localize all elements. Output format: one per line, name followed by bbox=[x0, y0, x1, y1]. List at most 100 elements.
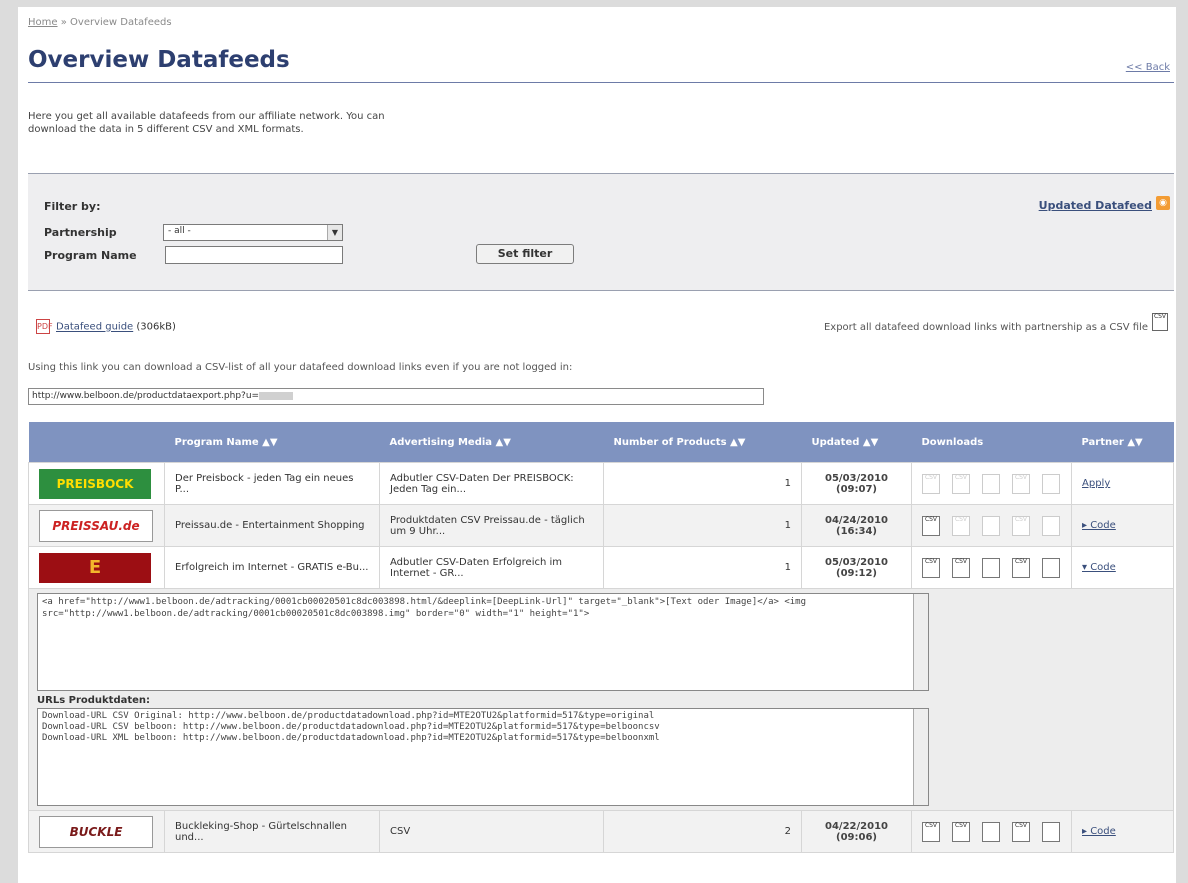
downloads-cell: CSV CSV CSV bbox=[911, 810, 1072, 853]
header-partner[interactable]: Partner ▲▼ bbox=[1071, 422, 1174, 463]
breadcrumb: Home » Overview Datafeeds bbox=[28, 17, 172, 28]
set-filter-button[interactable]: Set filter bbox=[476, 244, 574, 264]
partnership-select[interactable]: - all - ▼ bbox=[163, 224, 343, 241]
export-note: Using this link you can download a CSV-l… bbox=[28, 362, 573, 373]
title-divider bbox=[28, 82, 1174, 83]
header-downloads: Downloads bbox=[911, 422, 1072, 463]
back-link[interactable]: << Back bbox=[1126, 62, 1170, 73]
csv-icon[interactable]: CSV bbox=[952, 821, 970, 842]
csv-icon[interactable]: CSV bbox=[1012, 557, 1030, 578]
updated-cell: 04/24/2010 (16:34) bbox=[801, 504, 912, 547]
csv-icon[interactable]: CSV bbox=[1012, 821, 1030, 842]
downloads-cell: CSV CSV CSV bbox=[911, 462, 1072, 505]
header-media[interactable]: Advertising Media ▲▼ bbox=[379, 422, 604, 463]
xml-icon[interactable] bbox=[982, 557, 1000, 578]
updated-datafeed-link[interactable]: Updated Datafeed bbox=[1039, 199, 1152, 212]
table-header-row: Program Name ▲▼ Advertising Media ▲▼ Num… bbox=[28, 422, 1174, 463]
updated-time: (09:07) bbox=[836, 483, 877, 495]
csv-icon: CSV bbox=[952, 515, 970, 536]
table-row: PREISBOCK Der Preisbock - jeden Tag ein … bbox=[28, 462, 1174, 505]
product-urls-textarea[interactable]: Download-URL CSV Original: http://www.be… bbox=[37, 708, 929, 806]
xml-icon bbox=[982, 473, 1000, 494]
downloads-cell: CSV CSV CSV bbox=[911, 504, 1072, 547]
table-row: PREISSAU.de Preissau.de - Entertainment … bbox=[28, 504, 1174, 547]
program-logo: BUCKLE bbox=[39, 815, 153, 848]
program-cell: Erfolgreich im Internet - GRATIS e-Bu... bbox=[164, 546, 380, 589]
csv-icon: CSV bbox=[1012, 515, 1030, 536]
program-cell: Der Preisbock - jeden Tag ein neues P... bbox=[164, 462, 380, 505]
code-link[interactable]: ▸ Code bbox=[1082, 826, 1116, 837]
export-url-field[interactable]: http://www.belboon.de/productdataexport.… bbox=[28, 388, 764, 405]
program-logo: E bbox=[39, 552, 151, 583]
table-row: BUCKLE Buckleking-Shop - Gürtelschnallen… bbox=[28, 810, 1174, 853]
datafeed-guide: PDF Datafeed guide (306kB) bbox=[36, 319, 176, 334]
partner-cell: ▾ Code bbox=[1071, 546, 1174, 589]
products-cell: 2 bbox=[603, 810, 802, 853]
media-cell: Produktdaten CSV Preissau.de - täglich u… bbox=[379, 504, 604, 547]
csv-icon: CSV bbox=[952, 473, 970, 494]
code-link[interactable]: ▾ Code bbox=[1082, 562, 1116, 573]
guide-size: (306kB) bbox=[136, 321, 176, 333]
media-cell: CSV bbox=[379, 810, 604, 853]
code-link[interactable]: ▸ Code bbox=[1082, 520, 1116, 531]
csv-export-icon[interactable]: CSV bbox=[1152, 313, 1168, 331]
logo-cell: PREISSAU.de bbox=[28, 504, 165, 547]
scrollbar[interactable] bbox=[913, 709, 928, 805]
rss-icon[interactable]: ◉ bbox=[1156, 196, 1170, 210]
product-urls-text: Download-URL CSV Original: http://www.be… bbox=[42, 711, 660, 743]
pdf-icon: PDF bbox=[36, 319, 53, 334]
logo-cell: E bbox=[28, 546, 165, 589]
media-cell: Adbutler CSV-Daten Erfolgreich im Intern… bbox=[379, 546, 604, 589]
partnership-value: - all - bbox=[168, 226, 191, 236]
updated-cell: 05/03/2010 (09:07) bbox=[801, 462, 912, 505]
csv-icon: CSV bbox=[1012, 473, 1030, 494]
products-cell: 1 bbox=[603, 504, 802, 547]
updated-cell: 05/03/2010 (09:12) bbox=[801, 546, 912, 589]
products-cell: 1 bbox=[603, 462, 802, 505]
logo-cell: BUCKLE bbox=[28, 810, 165, 853]
scrollbar[interactable] bbox=[913, 594, 928, 690]
export-url-value: http://www.belboon.de/productdataexport.… bbox=[32, 391, 260, 401]
updated-time: (09:06) bbox=[836, 831, 877, 843]
xml-icon[interactable] bbox=[1042, 821, 1060, 842]
filter-heading: Filter by: bbox=[44, 200, 101, 213]
media-cell: Adbutler CSV-Daten Der PREISBOCK: Jeden … bbox=[379, 462, 604, 505]
page-container: Home » Overview Datafeeds Overview Dataf… bbox=[18, 7, 1176, 883]
header-program[interactable]: Program Name ▲▼ bbox=[164, 422, 380, 463]
page-title: Overview Datafeeds bbox=[28, 47, 290, 73]
xml-icon bbox=[982, 515, 1000, 536]
filter-panel: Filter by: Partnership - all - ▼ Program… bbox=[28, 173, 1174, 291]
updated-date: 04/24/2010 bbox=[825, 514, 888, 526]
tracking-code-text: <a href="http://www1.belboon.de/adtracki… bbox=[42, 597, 807, 619]
updated-time: (09:12) bbox=[836, 567, 877, 579]
urls-heading: URLs Produktdaten: bbox=[37, 695, 151, 706]
updated-date: 05/03/2010 bbox=[825, 556, 888, 568]
tracking-code-textarea[interactable]: <a href="http://www1.belboon.de/adtracki… bbox=[37, 593, 929, 691]
updated-cell: 04/22/2010 (09:06) bbox=[801, 810, 912, 853]
downloads-cell: CSV CSV CSV bbox=[911, 546, 1072, 589]
csv-icon[interactable]: CSV bbox=[922, 557, 940, 578]
xml-icon[interactable] bbox=[1042, 557, 1060, 578]
program-name-input[interactable] bbox=[165, 246, 343, 264]
xml-icon[interactable] bbox=[982, 821, 1000, 842]
partner-cell: ▸ Code bbox=[1071, 810, 1174, 853]
header-products[interactable]: Number of Products ▲▼ bbox=[603, 422, 802, 463]
updated-date: 05/03/2010 bbox=[825, 472, 888, 484]
csv-icon: CSV bbox=[922, 473, 940, 494]
header-updated[interactable]: Updated ▲▼ bbox=[801, 422, 912, 463]
breadcrumb-home[interactable]: Home bbox=[28, 17, 58, 28]
code-expansion-cell: <a href="http://www1.belboon.de/adtracki… bbox=[28, 588, 1174, 811]
code-expansion-row: <a href="http://www1.belboon.de/adtracki… bbox=[28, 588, 1174, 811]
datafeeds-table: Program Name ▲▼ Advertising Media ▲▼ Num… bbox=[28, 422, 1174, 853]
program-cell: Preissau.de - Entertainment Shopping bbox=[164, 504, 380, 547]
xml-icon bbox=[1042, 473, 1060, 494]
apply-link[interactable]: Apply bbox=[1082, 478, 1110, 489]
xml-icon bbox=[1042, 515, 1060, 536]
csv-icon[interactable]: CSV bbox=[952, 557, 970, 578]
datafeed-guide-link[interactable]: Datafeed guide bbox=[56, 322, 133, 333]
products-cell: 1 bbox=[603, 546, 802, 589]
program-name-label: Program Name bbox=[44, 249, 137, 262]
csv-icon[interactable]: CSV bbox=[922, 515, 940, 536]
csv-icon[interactable]: CSV bbox=[922, 821, 940, 842]
intro-text: Here you get all available datafeeds fro… bbox=[28, 111, 385, 135]
